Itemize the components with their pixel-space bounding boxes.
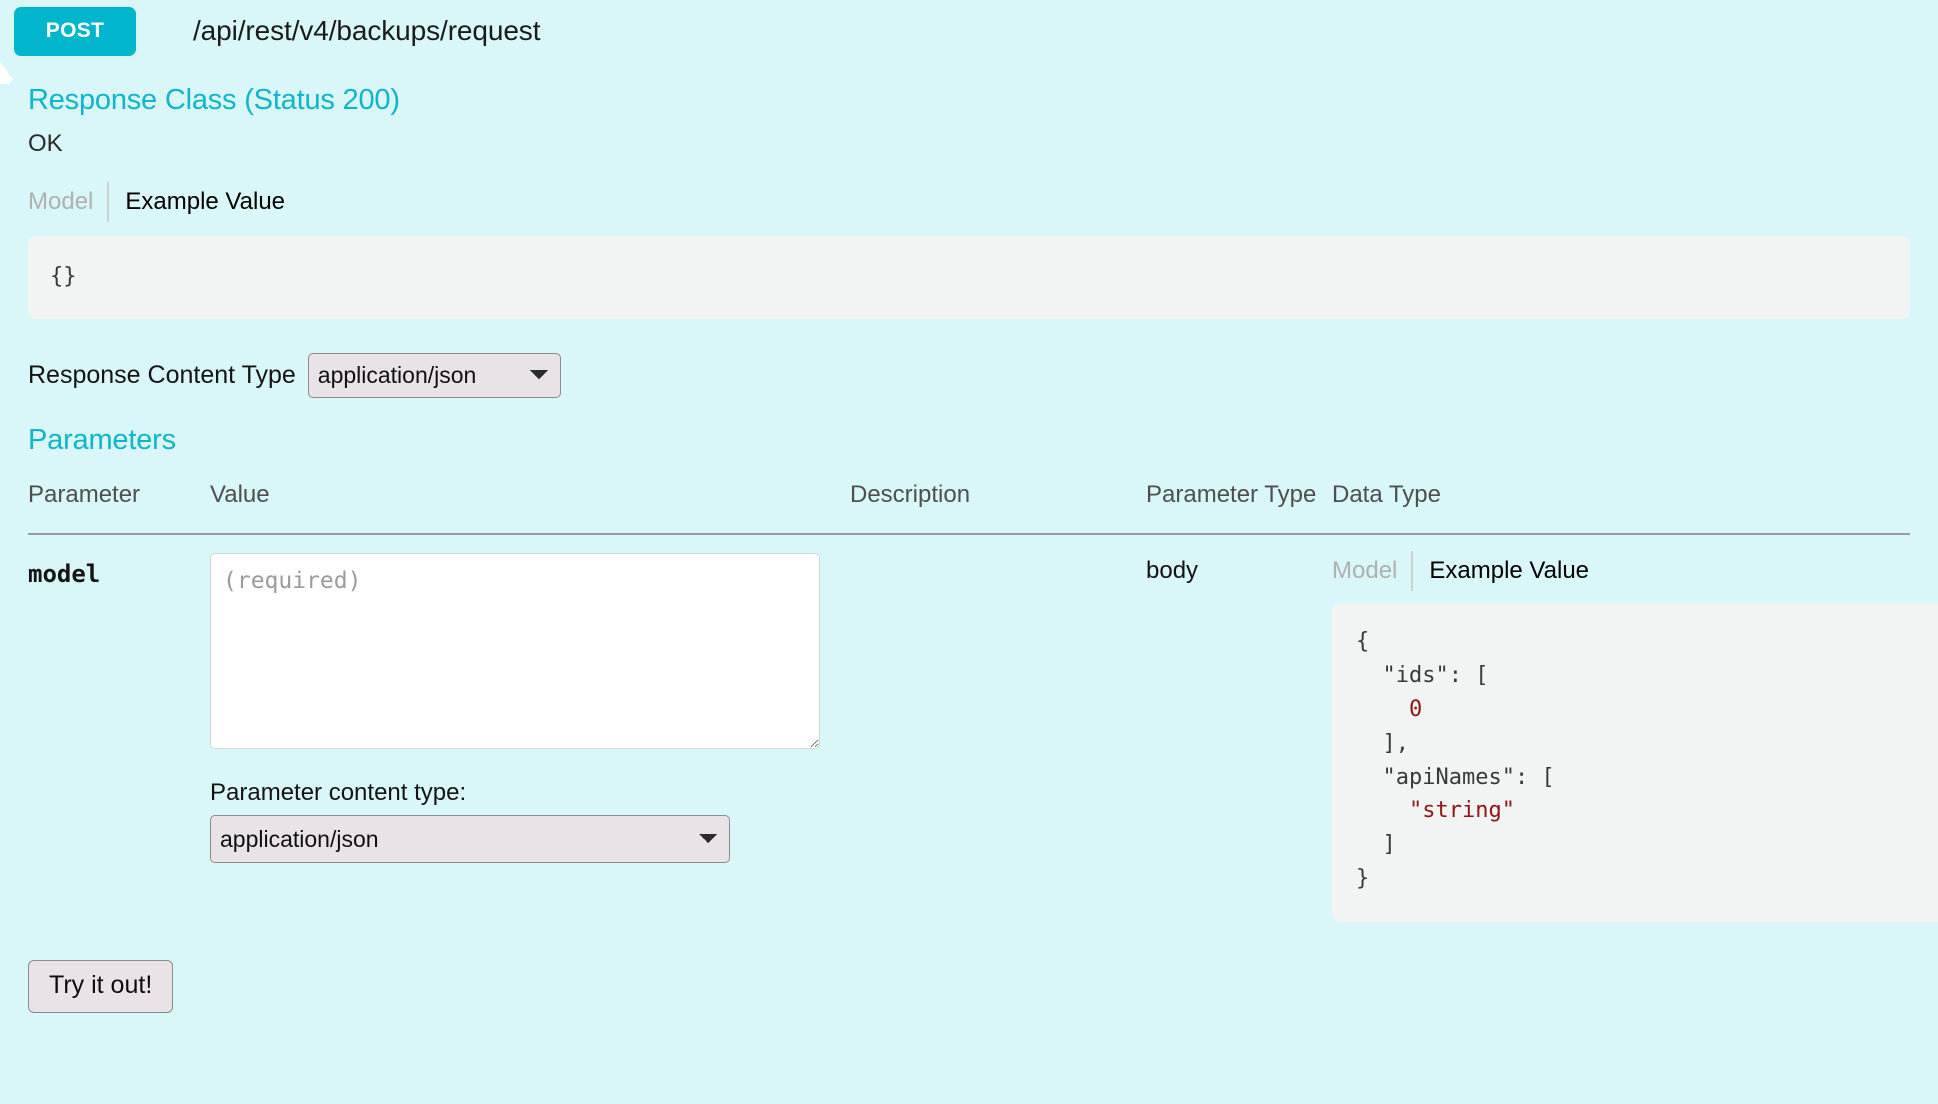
json-line-1: { [1356, 629, 1370, 655]
data-type-signature-tabs: Model Example Value [1332, 551, 1910, 592]
parameter-example-value-code: { "ids": [ 0 ], "apiNames": [ "string" ]… [1332, 603, 1938, 923]
response-content-type-row: Response Content Type application/json [28, 352, 1938, 398]
column-header-value: Value [210, 476, 850, 536]
parameter-content-type-label: Parameter content type: [210, 779, 467, 807]
response-signature-tabs: Model Example Value [28, 182, 1938, 222]
response-class-title: Response Class (Status 200) [28, 84, 400, 116]
json-line-4: ], [1356, 730, 1409, 756]
endpoint-path: /api/rest/v4/backups/request [193, 15, 541, 46]
response-description: OK [28, 130, 63, 157]
json-line-6: "string" [1356, 798, 1515, 824]
parameter-content-type-select[interactable]: application/json [210, 815, 730, 864]
tab-example-value[interactable]: Example Value [109, 190, 299, 214]
json-line-7: ] [1356, 832, 1396, 858]
data-type-tab-example-value[interactable]: Example Value [1413, 559, 1603, 583]
parameter-type: body [1146, 557, 1199, 585]
column-header-data-type: Data Type [1332, 476, 1910, 536]
endpoint-header[interactable]: POST /api/rest/v4/backups/request [0, 0, 1938, 62]
parameters-table-header-row: Parameter Value Description Parameter Ty… [28, 476, 1910, 536]
parameter-description [850, 534, 1146, 922]
parameters-title: Parameters [28, 423, 176, 456]
parameters-table: Parameter Value Description Parameter Ty… [28, 476, 1938, 923]
data-type-tab-model[interactable]: Model [1332, 559, 1411, 583]
tab-model[interactable]: Model [28, 190, 107, 214]
parameter-value-cell: Parameter content type: application/json [210, 534, 850, 922]
json-line-2: "ids": [ [1356, 662, 1489, 688]
json-line-8: } [1356, 866, 1370, 892]
parameter-data-type-cell: Model Example Value { "ids": [ 0 ], "api… [1332, 534, 1938, 923]
try-it-out-button[interactable]: Try it out! [28, 960, 174, 1014]
table-row: model Parameter content type: applicatio… [28, 534, 1938, 923]
http-method-badge: POST [14, 6, 136, 56]
swagger-operation-panel: POST /api/rest/v4/backups/request Respon… [0, 0, 1938, 1104]
column-header-description: Description [850, 476, 1146, 536]
json-line-3: 0 [1356, 696, 1423, 722]
response-content-type-label: Response Content Type [28, 360, 296, 389]
column-header-parameter: Parameter [28, 476, 210, 536]
operation-body: Response Class (Status 200) OK Model Exa… [0, 84, 1938, 1014]
parameter-value-input[interactable] [210, 553, 820, 750]
response-example-value-code: {} [28, 236, 1910, 319]
response-content-type-select[interactable]: application/json [307, 352, 561, 398]
parameter-name: model [28, 560, 101, 589]
column-header-parameter-type: Parameter Type [1146, 476, 1332, 536]
json-line-5: "apiNames": [ [1356, 764, 1555, 790]
